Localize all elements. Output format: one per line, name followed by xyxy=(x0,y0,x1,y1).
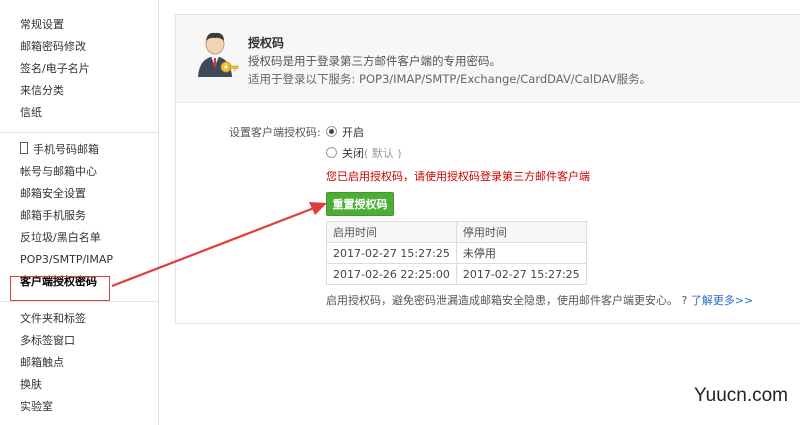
enabled-time-cell: 2017-02-26 22:25:00 xyxy=(326,263,457,285)
table-row: 2017-02-27 15:27:25 未停用 xyxy=(326,242,587,264)
sidebar-item-mobile-service[interactable]: 邮箱手机服务 xyxy=(0,205,158,227)
settings-sidebar: 常规设置 邮箱密码修改 签名/电子名片 来信分类 信纸 手机号码邮箱 帐号与邮箱… xyxy=(0,0,159,425)
auth-code-description: 授权码是用于登录第三方邮件客户端的专用密码。 xyxy=(248,54,501,68)
enabled-warning: 您已启用授权码，请使用授权码登录第三方邮件客户端 xyxy=(326,170,590,183)
sidebar-item-touchpoints[interactable]: 邮箱触点 xyxy=(0,352,158,374)
setting-label: 设置客户端授权码: xyxy=(229,126,321,139)
watermark: Yuucn.com xyxy=(694,385,788,406)
sidebar-group-basic: 常规设置 邮箱密码修改 签名/电子名片 来信分类 信纸 xyxy=(0,0,158,124)
security-tip-text: 启用授权码，避免密码泄漏造成邮箱安全隐患，使用邮件客户端更安心。 xyxy=(326,294,678,307)
sidebar-divider xyxy=(0,301,158,302)
sidebar-group-account: 手机号码邮箱 帐号与邮箱中心 邮箱安全设置 邮箱手机服务 反垃圾/黑白名单 PO… xyxy=(0,139,158,293)
sidebar-item-security[interactable]: 邮箱安全设置 xyxy=(0,183,158,205)
disabled-time-cell: 未停用 xyxy=(455,242,587,264)
table-row: 2017-02-26 22:25:00 2017-02-27 15:27:25 xyxy=(326,263,587,285)
radio-disable[interactable]: 关闭( 默认 ) xyxy=(326,145,402,161)
help-icon: ? xyxy=(681,294,688,307)
sidebar-item-lab[interactable]: 实验室 xyxy=(0,396,158,418)
sidebar-item-password[interactable]: 邮箱密码修改 xyxy=(0,36,158,58)
sidebar-item-folders-labels[interactable]: 文件夹和标签 xyxy=(0,308,158,330)
security-tip: 启用授权码，避免密码泄漏造成邮箱安全隐患，使用邮件客户端更安心。 ? 了解更多>… xyxy=(326,292,753,308)
radio-disable-label: 关闭 xyxy=(342,147,364,160)
sidebar-item-signature[interactable]: 签名/电子名片 xyxy=(0,58,158,80)
sidebar-divider xyxy=(0,132,158,133)
supported-services: 适用于登录以下服务: POP3/IMAP/SMTP/Exchange/CardD… xyxy=(248,72,652,86)
auth-code-history-table: 启用时间 停用时间 2017-02-27 15:27:25 未停用 2017-0… xyxy=(326,221,587,285)
sidebar-item-account-center[interactable]: 帐号与邮箱中心 xyxy=(0,161,158,183)
sidebar-group-misc: 文件夹和标签 多标签窗口 邮箱触点 换肤 实验室 xyxy=(0,308,158,418)
radio-enable[interactable]: 开启 xyxy=(326,124,364,140)
learn-more-link[interactable]: 了解更多>> xyxy=(691,294,753,307)
sidebar-item-client-auth-code[interactable]: 客户端授权密码 xyxy=(0,271,158,293)
auth-code-panel: 授权码 授权码是用于登录第三方邮件客户端的专用密码。 适用于登录以下服务: PO… xyxy=(175,14,800,324)
sidebar-item-antispam[interactable]: 反垃圾/黑白名单 xyxy=(0,227,158,249)
sidebar-item-phone-mail[interactable]: 手机号码邮箱 xyxy=(0,139,158,161)
page-title: 授权码 xyxy=(248,36,285,50)
radio-default-note: ( 默认 ) xyxy=(364,147,402,160)
sidebar-item-label: 手机号码邮箱 xyxy=(33,143,99,156)
table-header-row: 启用时间 停用时间 xyxy=(326,221,587,243)
sidebar-item-pop3-smtp-imap[interactable]: POP3/SMTP/IMAP xyxy=(0,249,158,271)
column-header-disabled: 停用时间 xyxy=(455,221,587,243)
sidebar-item-multi-tab[interactable]: 多标签窗口 xyxy=(0,330,158,352)
enabled-time-cell: 2017-02-27 15:27:25 xyxy=(326,242,457,264)
user-key-icon xyxy=(198,32,239,77)
column-header-enabled: 启用时间 xyxy=(326,221,457,243)
radio-enable-label: 开启 xyxy=(342,126,364,139)
sidebar-item-stationery[interactable]: 信纸 xyxy=(0,102,158,124)
radio-unselected-icon xyxy=(326,147,337,158)
sidebar-item-skin[interactable]: 换肤 xyxy=(0,374,158,396)
disabled-time-cell: 2017-02-27 15:27:25 xyxy=(455,263,587,285)
sidebar-item-mail-rules[interactable]: 来信分类 xyxy=(0,80,158,102)
radio-selected-icon xyxy=(326,126,337,137)
phone-icon xyxy=(20,142,28,154)
sidebar-item-general[interactable]: 常规设置 xyxy=(0,14,158,36)
panel-header: 授权码 授权码是用于登录第三方邮件客户端的专用密码。 适用于登录以下服务: PO… xyxy=(176,15,800,103)
reset-auth-code-button[interactable]: 重置授权码 xyxy=(326,192,394,216)
